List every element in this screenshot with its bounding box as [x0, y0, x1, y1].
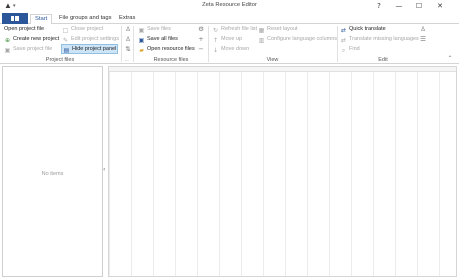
- group-label-project-files: Project files: [45, 57, 75, 63]
- ribbon: Open project file ⊕ Create new project ▣…: [0, 24, 459, 64]
- folder-open-icon: ▰: [139, 47, 144, 54]
- translate-missing-languages-label: Translate missing languages: [349, 36, 419, 42]
- layout-icon: ▦: [258, 27, 265, 34]
- group-label-resource-files: Resource files: [153, 57, 189, 63]
- pencil-icon: ✎: [62, 37, 69, 44]
- user-add-icon[interactable]: ♙: [124, 35, 132, 43]
- move-down-label: Move down: [221, 46, 250, 52]
- arrow-down-icon: ↓: [212, 47, 219, 54]
- save-files-label: Save files: [147, 26, 171, 32]
- hide-project-panel-button[interactable]: ▤ Hide project panel: [61, 44, 118, 54]
- edit-project-settings-button[interactable]: ✎ Edit project settings: [62, 35, 119, 44]
- refresh-file-list-label: Refresh file list: [221, 26, 258, 32]
- close-project-icon: □: [62, 27, 69, 34]
- configure-language-columns-button[interactable]: ▥ Configure language columns: [258, 35, 337, 44]
- save-all-icon: ▣: [138, 37, 145, 44]
- save-icon: ▣: [4, 47, 11, 54]
- user-icon[interactable]: ♙: [124, 25, 132, 33]
- close-project-label: Close project: [71, 26, 104, 32]
- hide-project-panel-label: Hide project panel: [72, 45, 117, 52]
- grid-header: [109, 67, 456, 72]
- list-icon[interactable]: ☰: [419, 35, 427, 43]
- chevron-left-icon[interactable]: ‹: [103, 166, 105, 173]
- ribbon-tabs: Start File groups and tags Extras: [0, 12, 459, 25]
- group-label-edit: Edit: [378, 57, 388, 63]
- move-up-button[interactable]: ↑ Move up: [212, 35, 242, 44]
- resource-grid[interactable]: [108, 66, 457, 277]
- move-down-button[interactable]: ↓ Move down: [212, 45, 249, 54]
- remove-file-icon[interactable]: −: [197, 45, 205, 53]
- save-icon: ▣: [138, 27, 145, 34]
- close-project-button[interactable]: □ Close project: [62, 25, 103, 34]
- arrow-up-icon: ↑: [212, 37, 219, 44]
- open-resource-files-button[interactable]: ▰ Open resource files: [138, 45, 195, 54]
- help-button[interactable]: ?: [370, 1, 388, 11]
- user-icon[interactable]: ♙: [419, 25, 427, 33]
- translate-icon: ⇄: [340, 37, 347, 44]
- sort-icon[interactable]: ⇅: [124, 45, 132, 53]
- translate-icon: ⇄: [340, 27, 347, 34]
- maximize-button[interactable]: ☐: [410, 1, 428, 11]
- add-file-icon[interactable]: +: [197, 35, 205, 43]
- quick-translate-button[interactable]: ⇄ Quick translate: [340, 25, 386, 34]
- create-new-project-button[interactable]: ⊕ Create new project: [4, 35, 59, 44]
- create-new-project-label: Create new project: [13, 36, 60, 42]
- find-button[interactable]: ⌕ Find: [340, 45, 360, 54]
- empty-state-text: No items: [41, 171, 64, 177]
- collapse-ribbon-icon[interactable]: ⌃: [446, 55, 454, 63]
- save-project-file-label: Save project file: [13, 46, 53, 52]
- refresh-file-list-button[interactable]: ↻ Refresh file list: [212, 25, 257, 34]
- project-overflow-indicator: ...: [125, 57, 129, 62]
- save-project-file-button[interactable]: ▣ Save project file: [4, 45, 52, 54]
- save-files-button[interactable]: ▣ Save files: [138, 25, 171, 34]
- group-label-view: View: [266, 57, 279, 63]
- move-up-label: Move up: [221, 36, 243, 42]
- save-all-files-label: Save all files: [147, 36, 178, 42]
- refresh-icon: ↻: [212, 27, 219, 34]
- group-separator: [121, 26, 122, 62]
- reset-layout-button[interactable]: ▦ Reset layout: [258, 25, 298, 34]
- translate-missing-languages-button[interactable]: ⇄ Translate missing languages: [340, 35, 419, 44]
- file-menu-button[interactable]: [2, 13, 28, 24]
- settings-icon[interactable]: ⚙: [197, 25, 205, 33]
- find-label: Find: [349, 46, 360, 52]
- panel-icon: ▤: [63, 46, 70, 54]
- edit-project-settings-label: Edit project settings: [71, 36, 119, 42]
- search-icon: ⌕: [341, 47, 346, 54]
- project-panel[interactable]: No items: [2, 66, 103, 277]
- open-resource-files-label: Open resource files: [147, 46, 195, 52]
- reset-layout-label: Reset layout: [267, 26, 298, 32]
- open-project-file-button[interactable]: Open project file: [4, 25, 44, 34]
- title-bar: ▲ ▾ Zeta Resource Editor ? — ☐ ✕: [0, 0, 459, 12]
- plus-circle-icon: ⊕: [4, 37, 11, 44]
- close-button[interactable]: ✕: [431, 1, 449, 11]
- columns-icon: ▥: [258, 37, 265, 44]
- quick-translate-label: Quick translate: [349, 26, 386, 32]
- save-all-files-button[interactable]: ▣ Save all files: [138, 35, 178, 44]
- file-menu-icon: [11, 16, 19, 21]
- open-project-file-label: Open project file: [4, 26, 45, 32]
- configure-language-columns-label: Configure language columns: [267, 36, 338, 42]
- minimize-button[interactable]: —: [390, 1, 408, 11]
